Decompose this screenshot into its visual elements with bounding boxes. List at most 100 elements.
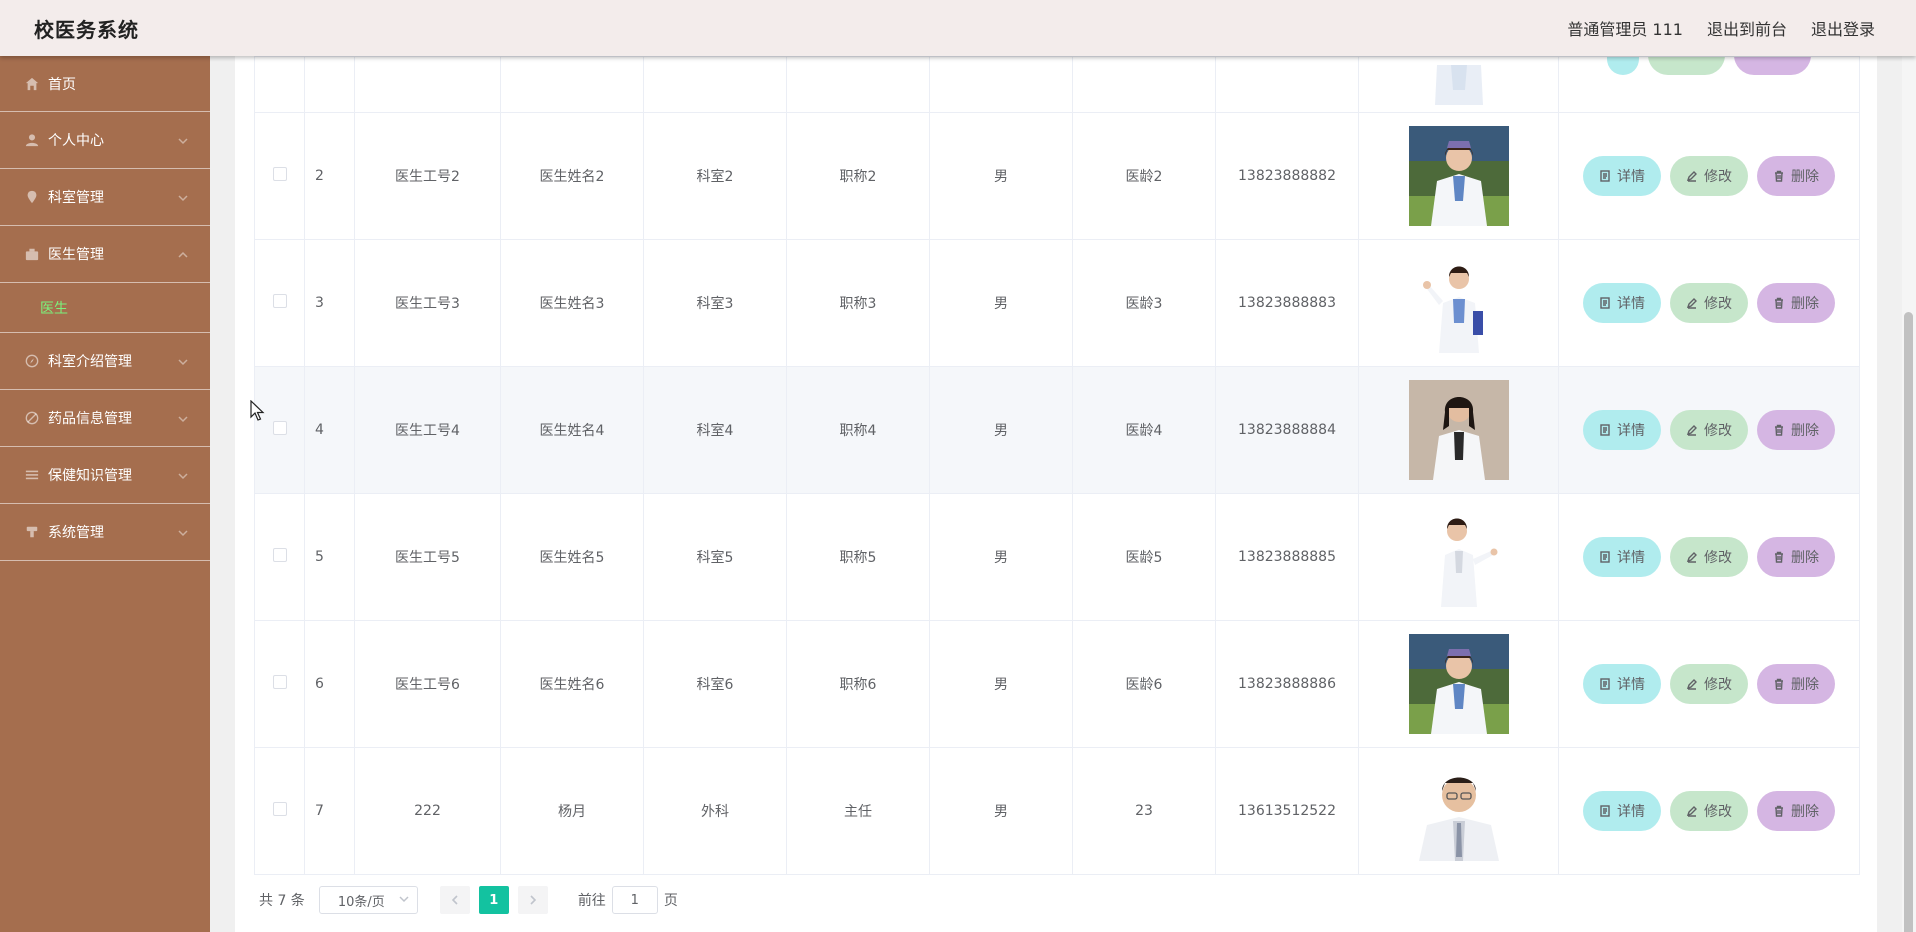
detail-button[interactable]: 详情: [1583, 791, 1661, 831]
mouse-cursor-icon: [250, 400, 265, 421]
page-size-select[interactable]: 10条/页: [318, 886, 418, 914]
doctor-id-cell: 医生工号6: [354, 620, 501, 748]
medical-years-cell: 23: [1072, 747, 1216, 875]
document-icon: [1600, 551, 1610, 563]
photo-cell: [1358, 620, 1559, 748]
edit-label: 修改: [1704, 296, 1732, 312]
delete-button[interactable]: 删除: [1757, 410, 1835, 450]
chevron-down-icon: [399, 893, 409, 908]
title-cell: 职称3: [786, 239, 930, 367]
chevron-down-icon: [178, 526, 188, 537]
page-number-current[interactable]: 1: [478, 886, 509, 914]
detail-button[interactable]: [1607, 57, 1639, 75]
row-checkbox[interactable]: [272, 675, 287, 689]
row-checkbox-cell: [254, 493, 305, 621]
sidebar-item-department-intro[interactable]: 科室介绍管理: [0, 333, 210, 390]
row-checkbox-cell: [254, 112, 305, 240]
row-checkbox[interactable]: [272, 548, 287, 562]
detail-button[interactable]: 详情: [1583, 537, 1661, 577]
pencil-icon: [1686, 425, 1697, 436]
logout-link[interactable]: 退出登录: [1811, 16, 1875, 40]
delete-button[interactable]: 删除: [1757, 283, 1835, 323]
edit-button[interactable]: 修改: [1670, 410, 1748, 450]
row-checkbox[interactable]: [272, 294, 287, 308]
doctor-photo: [1408, 507, 1509, 607]
vertical-scrollbar[interactable]: [1902, 56, 1916, 932]
detail-button[interactable]: 详情: [1583, 283, 1661, 323]
photo-cell: [1358, 747, 1559, 875]
table-row-partial: [254, 56, 1860, 113]
sidebar-item-system[interactable]: 系统管理: [0, 504, 210, 561]
trash-icon: [1775, 678, 1783, 690]
edit-button[interactable]: 修改: [1670, 156, 1748, 196]
sidebar-item-health-knowledge[interactable]: 保健知识管理: [0, 447, 210, 504]
delete-button[interactable]: 删除: [1757, 791, 1835, 831]
table-row[interactable]: 5 医生工号5 医生姓名5 科室5 职称5 男医龄5 13823888885 详情 修改 删除: [254, 493, 1860, 621]
delete-button[interactable]: [1734, 57, 1811, 75]
scrollbar-thumb[interactable]: [1904, 312, 1913, 932]
delete-label: 删除: [1791, 423, 1819, 439]
sidebar-item-drug-info[interactable]: 药品信息管理: [0, 390, 210, 447]
row-index: 4: [304, 366, 355, 494]
edit-label: 修改: [1704, 804, 1732, 820]
medical-years-cell: 医龄6: [1072, 620, 1216, 748]
row-checkbox[interactable]: [272, 167, 287, 181]
gender-cell: 男: [929, 493, 1073, 621]
pencil-icon: [1686, 298, 1697, 309]
prev-page-button[interactable]: [439, 886, 470, 914]
back-to-front-link[interactable]: 退出到前台: [1707, 16, 1787, 40]
edit-label: 修改: [1704, 677, 1732, 693]
pencil-icon: [1686, 679, 1697, 690]
row-checkbox-cell: [254, 366, 305, 494]
table-row[interactable]: 6 医生工号6 医生姓名6 科室6 职称6 男医龄6 13823888886 详情 修改 删除: [254, 620, 1860, 748]
delete-button[interactable]: 删除: [1757, 664, 1835, 704]
total-count: 共 7 条: [259, 893, 305, 909]
doctor-photo: [1408, 761, 1509, 861]
sidebar-item-personal-center[interactable]: 个人中心: [0, 112, 210, 169]
actions-cell: 详情 修改 删除: [1558, 747, 1860, 875]
table-row[interactable]: 7 222 杨月 外科 主任男 23 13613512522 详情 修改 删除: [254, 747, 1860, 875]
table-row[interactable]: 4 医生工号4 医生姓名4 科室4 职称4 男医龄4 13823888884 详情 修改 删除: [254, 366, 1860, 494]
row-checkbox-cell: [254, 239, 305, 367]
doctor-id-cell: 医生工号3: [354, 239, 501, 367]
edit-button[interactable]: [1648, 57, 1725, 75]
row-actions: 详情 修改 删除: [1559, 791, 1859, 831]
table-row[interactable]: 2 医生工号2 医生姓名2 科室2 职称2 男医龄2 13823888882 详情 修改 删除: [254, 112, 1860, 240]
photo-cell: [1358, 112, 1559, 240]
department-cell: 科室5: [643, 493, 787, 621]
sidebar-subitem-doctor[interactable]: 医生: [0, 283, 210, 333]
edit-button[interactable]: 修改: [1670, 791, 1748, 831]
row-actions: 详情 修改 删除: [1559, 283, 1859, 323]
doctor-photo: [1408, 380, 1509, 480]
sidebar-item-doctor-management[interactable]: 医生管理: [0, 226, 210, 283]
edit-button[interactable]: 修改: [1670, 664, 1748, 704]
sidebar-item-department[interactable]: 科室管理: [0, 169, 210, 226]
medical-years-cell: 医龄3: [1072, 239, 1216, 367]
row-checkbox[interactable]: [272, 421, 287, 435]
header-actions: 普通管理员 111 退出到前台 退出登录: [1567, 16, 1916, 40]
row-checkbox-cell: [254, 747, 305, 875]
row-actions: 详情 修改 删除: [1559, 664, 1859, 704]
detail-button[interactable]: 详情: [1583, 410, 1661, 450]
goto-page-input[interactable]: [611, 886, 658, 914]
chevron-up-icon: [178, 248, 188, 258]
edit-button[interactable]: 修改: [1670, 537, 1748, 577]
detail-button[interactable]: 详情: [1583, 156, 1661, 196]
table-row[interactable]: 3 医生工号3 医生姓名3 科室3 职称3 男医龄3 13823888883 详情 修改 删除: [254, 239, 1860, 367]
chevron-down-icon: [178, 355, 188, 366]
medical-years-cell: 医龄2: [1072, 112, 1216, 240]
user-icon: [24, 132, 40, 148]
edit-button[interactable]: 修改: [1670, 283, 1748, 323]
sidebar-item-label: 科室管理: [48, 190, 104, 206]
detail-button[interactable]: 详情: [1583, 664, 1661, 704]
delete-button[interactable]: 删除: [1757, 156, 1835, 196]
department-cell: 外科: [643, 747, 787, 875]
trash-icon: [1775, 297, 1783, 309]
edit-label: 修改: [1704, 550, 1732, 566]
doctor-id-cell: 医生工号4: [354, 366, 501, 494]
delete-button[interactable]: 删除: [1757, 537, 1835, 577]
document-icon: [1600, 424, 1610, 436]
row-checkbox[interactable]: [272, 802, 287, 816]
next-page-button[interactable]: [517, 886, 548, 914]
sidebar-item-home[interactable]: 首页: [0, 56, 210, 112]
